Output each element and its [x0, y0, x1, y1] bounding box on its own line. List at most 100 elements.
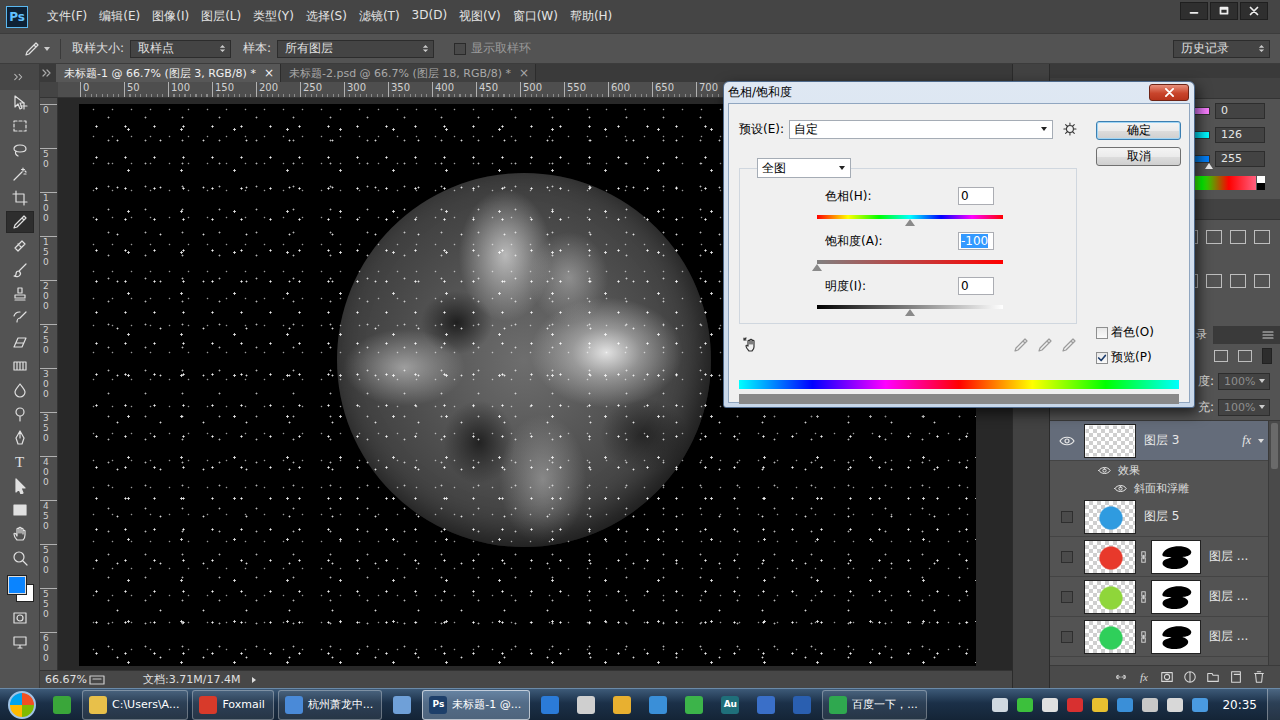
slider-thumb[interactable] — [812, 264, 822, 271]
color-value-field[interactable]: 255 — [1215, 151, 1265, 167]
mask-button[interactable] — [1160, 670, 1174, 684]
minimize-button[interactable] — [1180, 2, 1208, 20]
cancel-button[interactable]: 取消 — [1096, 147, 1181, 166]
trash-button[interactable] — [1252, 670, 1266, 684]
menu-item[interactable]: 图层(L) — [195, 5, 247, 28]
tool-button[interactable] — [6, 499, 34, 521]
taskbar-app[interactable]: 百度一下，... — [822, 690, 927, 720]
preview-icon[interactable] — [89, 675, 105, 685]
show-desktop-button[interactable] — [1267, 689, 1280, 720]
taskbar-icon[interactable] — [385, 691, 419, 719]
more-icon[interactable] — [42, 69, 52, 77]
effect-row[interactable]: 斜面和浮雕 — [1050, 479, 1268, 497]
tool-preset-picker[interactable] — [24, 41, 51, 57]
taskbar-icon[interactable] — [45, 691, 79, 719]
tool-button[interactable] — [6, 427, 34, 449]
effects-row[interactable]: 效果 — [1050, 461, 1268, 479]
gear-icon[interactable] — [1063, 122, 1077, 136]
foreground-swatch[interactable] — [8, 576, 26, 594]
link-button[interactable] — [1114, 670, 1128, 684]
menu-item[interactable]: 3D(D) — [406, 5, 453, 28]
color-swatches[interactable] — [5, 572, 35, 604]
filter-toggle[interactable] — [1262, 348, 1272, 364]
tool-button[interactable] — [6, 235, 34, 257]
tool-button[interactable] — [6, 403, 34, 425]
workspace-select[interactable]: 历史记录 — [1173, 40, 1270, 58]
menu-item[interactable]: 图像(I) — [146, 5, 195, 28]
slider-thumb[interactable] — [1205, 163, 1213, 169]
tool-button[interactable] — [6, 355, 34, 377]
visibility-toggle[interactable] — [1054, 511, 1080, 523]
slider-track[interactable] — [817, 305, 1003, 309]
taskbar-icon[interactable] — [641, 691, 675, 719]
tool-button[interactable] — [6, 307, 34, 329]
visibility-toggle[interactable] — [1054, 436, 1080, 446]
tool-button[interactable] — [6, 115, 34, 137]
slider-value-field[interactable]: 0 — [958, 187, 994, 205]
tray-icon[interactable] — [1092, 698, 1108, 712]
clock[interactable]: 20:35 — [1222, 698, 1257, 712]
slider-thumb[interactable] — [905, 219, 915, 226]
tool-button[interactable]: T — [6, 451, 34, 473]
tool-button[interactable] — [6, 379, 34, 401]
sample-size-select[interactable]: 取样点 — [130, 40, 231, 58]
tool-button[interactable] — [6, 283, 34, 305]
slider-track[interactable] — [817, 215, 1003, 219]
chain-icon[interactable] — [1139, 630, 1148, 644]
menu-item[interactable]: 编辑(E) — [93, 5, 146, 28]
channel-select[interactable]: 全图 — [757, 158, 851, 178]
slider-value-field[interactable]: 0 — [958, 277, 994, 295]
chain-icon[interactable] — [1139, 590, 1148, 604]
slider-track[interactable] — [817, 260, 1003, 264]
eye-icon[interactable] — [1114, 484, 1127, 493]
scrollbar-thumb[interactable] — [1271, 423, 1278, 469]
fill-field[interactable]: 100% — [1218, 399, 1270, 416]
document-tab[interactable]: 未标题-1 @ 66.7% (图层 3, RGB/8) *× — [56, 64, 281, 82]
tray-icon[interactable] — [1167, 698, 1183, 712]
close-button[interactable] — [1240, 2, 1268, 20]
layer-row[interactable]: 图层 ... — [1050, 577, 1268, 617]
adjustment-icon[interactable] — [1254, 230, 1270, 244]
taskbar-icon[interactable] — [569, 691, 603, 719]
menu-arrow-icon[interactable] — [250, 676, 258, 684]
mode-button[interactable] — [6, 631, 34, 653]
preset-select[interactable]: 自定 — [789, 120, 1054, 139]
menu-item[interactable]: 选择(S) — [300, 5, 353, 28]
menu-item[interactable]: 滤镜(T) — [353, 5, 406, 28]
visibility-toggle[interactable] — [1054, 551, 1080, 563]
tool-button[interactable] — [6, 91, 34, 113]
adjustment-icon[interactable] — [1254, 274, 1270, 288]
menu-item[interactable]: 类型(Y) — [247, 5, 300, 28]
dialog-checkbox[interactable]: 预览(P) — [1096, 349, 1181, 366]
taskbar-icon[interactable] — [533, 691, 567, 719]
tool-button[interactable] — [6, 187, 34, 209]
fx-button[interactable]: fx — [1137, 670, 1151, 684]
taskbar-app[interactable]: Ps未标题-1 @... — [422, 690, 530, 720]
color-value-field[interactable]: 0 — [1215, 103, 1265, 119]
tool-button[interactable] — [6, 523, 34, 545]
panel-menu-icon[interactable] — [1262, 330, 1274, 340]
tray-icon[interactable] — [1067, 698, 1083, 712]
mode-button[interactable] — [6, 607, 34, 629]
taskbar-icon[interactable] — [605, 691, 639, 719]
scrollbar[interactable] — [1268, 421, 1280, 665]
tool-button[interactable] — [6, 259, 34, 281]
tool-button[interactable] — [6, 331, 34, 353]
visibility-toggle[interactable] — [1054, 631, 1080, 643]
eye-icon[interactable] — [1098, 466, 1111, 475]
checkbox[interactable] — [1096, 352, 1108, 364]
tool-button[interactable] — [6, 475, 34, 497]
new-button[interactable] — [1229, 670, 1243, 684]
close-tab-button[interactable]: × — [519, 66, 529, 80]
fx-badge[interactable]: fx — [1242, 433, 1251, 448]
sample-ring-checkbox[interactable]: 显示取样环 — [454, 40, 537, 57]
opacity-field[interactable]: 100% — [1218, 373, 1270, 390]
filter-pixel-icon[interactable] — [1214, 350, 1228, 362]
filter-type-icon[interactable] — [1238, 350, 1252, 362]
folder-button[interactable] — [1206, 670, 1220, 684]
slider-thumb[interactable] — [905, 309, 915, 316]
adjustment-icon[interactable] — [1206, 274, 1222, 288]
menu-item[interactable]: 窗口(W) — [507, 5, 564, 28]
close-tab-button[interactable]: × — [264, 66, 274, 80]
dialog-checkbox[interactable]: 着色(O) — [1096, 324, 1181, 341]
